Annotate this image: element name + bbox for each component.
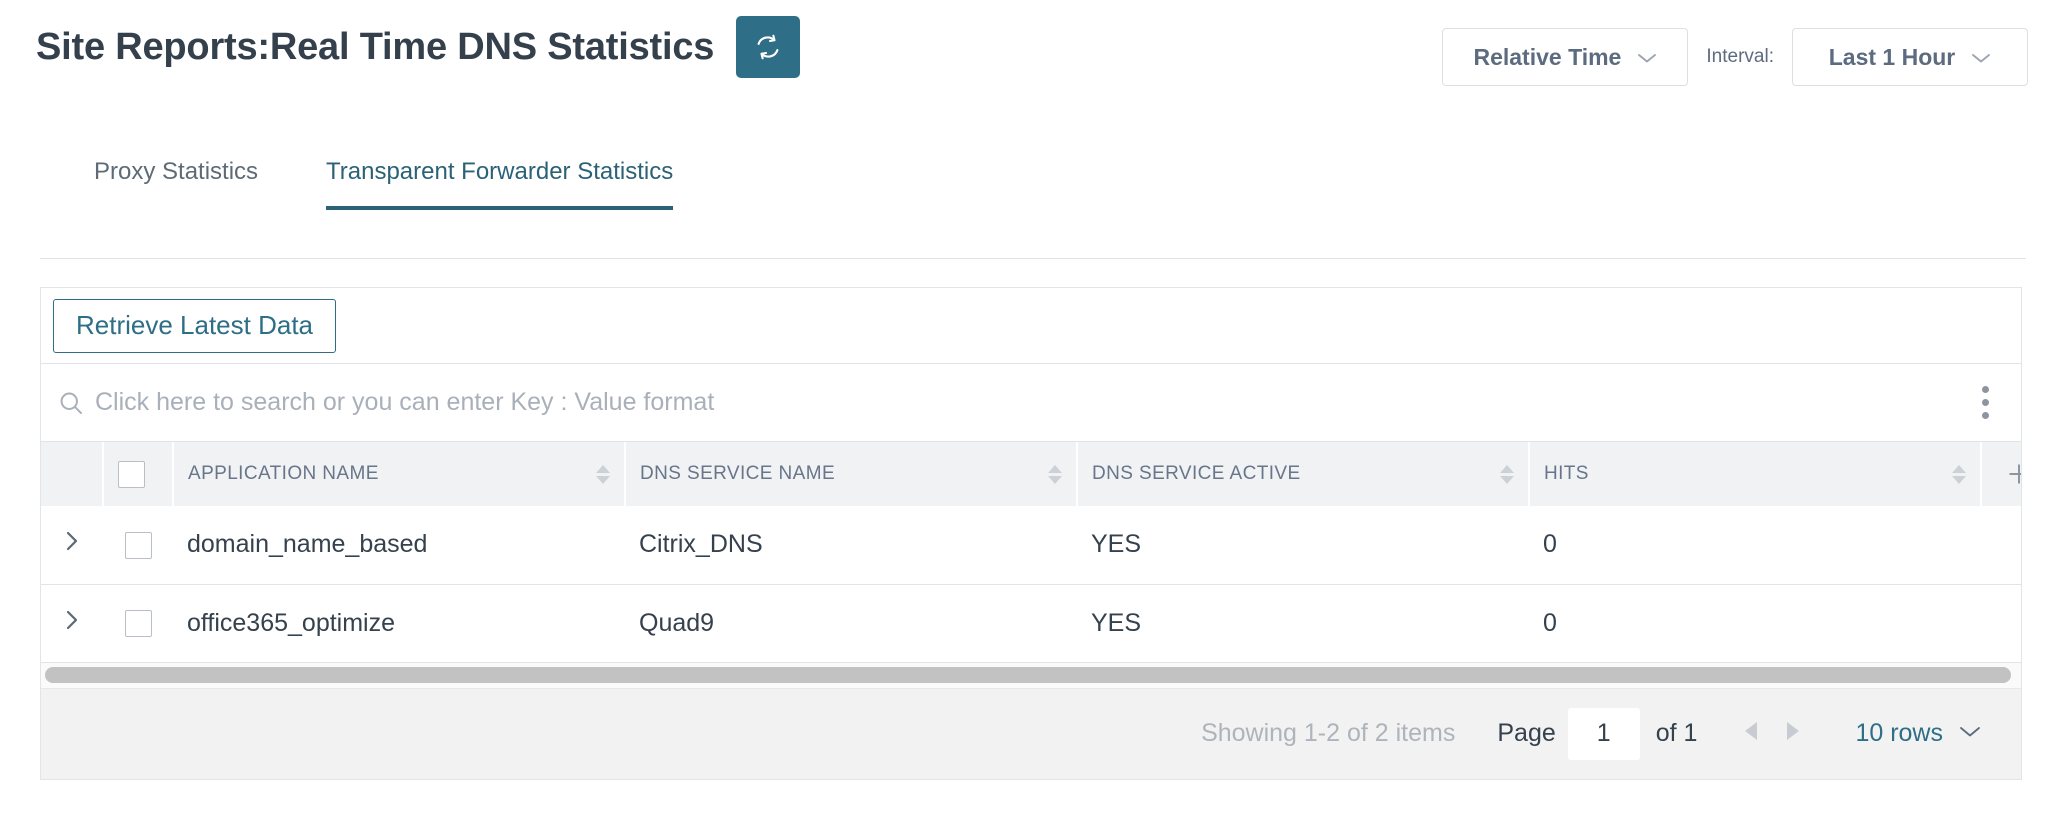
kebab-menu-icon[interactable]	[1955, 364, 2015, 442]
search-input[interactable]	[95, 388, 1955, 417]
tab-proxy-statistics[interactable]: Proxy Statistics	[94, 158, 258, 210]
cell-hits: 0	[1529, 506, 1981, 585]
refresh-icon	[753, 32, 783, 62]
sort-toggle-icon[interactable]	[596, 464, 610, 484]
interval-value-label: Last 1 Hour	[1828, 43, 1956, 70]
row-select-cell[interactable]	[103, 506, 173, 585]
caret-right-icon[interactable]	[1781, 718, 1803, 749]
expand-cell[interactable]	[41, 584, 103, 663]
cell-application-name: office365_optimize	[173, 584, 625, 663]
page-number-input[interactable]	[1567, 707, 1640, 760]
cell-hits: 0	[1529, 584, 1981, 663]
retrieve-latest-data-button[interactable]: Retrieve Latest Data	[53, 298, 337, 353]
table-body: domain_name_based Citrix_DNS YES 0 offic…	[41, 506, 2021, 663]
cell-spacer	[1981, 584, 2021, 663]
row-checkbox[interactable]	[124, 532, 152, 560]
pager-arrows	[1741, 718, 1803, 749]
interval-dropdown[interactable]: Last 1 Hour	[1792, 28, 2028, 86]
cell-dns-service-name: Quad9	[625, 584, 1077, 663]
page-header: Site Reports:Real Time DNS Statistics Re…	[0, 0, 2064, 118]
expand-cell[interactable]	[41, 506, 103, 585]
cell-dns-service-name: Citrix_DNS	[625, 506, 1077, 585]
expand-column-header	[41, 442, 104, 506]
title-group: Site Reports:Real Time DNS Statistics	[36, 16, 801, 78]
rows-per-page-dropdown[interactable]: 10 rows	[1855, 719, 1981, 748]
page-title: Site Reports:Real Time DNS Statistics	[36, 25, 715, 68]
time-controls: Relative Time Interval: Last 1 Hour	[1442, 28, 2028, 86]
chevron-down-icon	[1637, 51, 1657, 63]
sort-toggle-icon[interactable]	[1500, 464, 1514, 484]
chevron-down-icon	[1959, 725, 1981, 743]
table-scroll-container: APPLICATION NAME DNS SERVICE NAME DNS SE…	[41, 442, 2021, 663]
column-header-application-name[interactable]: APPLICATION NAME	[173, 442, 626, 506]
data-card: Retrieve Latest Data Click here to searc…	[40, 287, 2022, 780]
sort-toggle-icon[interactable]	[1048, 464, 1062, 484]
rows-per-page-label: 10 rows	[1855, 719, 1943, 747]
statistics-table: APPLICATION NAME DNS SERVICE NAME DNS SE…	[41, 442, 2021, 663]
select-all-column-header	[103, 442, 174, 506]
refresh-button[interactable]	[736, 16, 801, 78]
cell-dns-service-active: YES	[1077, 506, 1529, 585]
interval-label: Interval:	[1706, 46, 1774, 67]
showing-count: Showing 1-2 of 2 items	[1201, 719, 1456, 747]
cell-dns-service-active: YES	[1077, 584, 1529, 663]
search-icon	[57, 389, 85, 417]
column-label: APPLICATION NAME	[188, 463, 379, 484]
chevron-right-icon[interactable]	[61, 605, 83, 642]
page-label: Page	[1497, 719, 1556, 747]
row-select-cell[interactable]	[103, 584, 173, 663]
column-label: DNS SERVICE NAME	[640, 463, 836, 484]
tab-transparent-forwarder-statistics[interactable]: Transparent Forwarder Statistics	[326, 158, 674, 210]
table-header-row: APPLICATION NAME DNS SERVICE NAME DNS SE…	[41, 442, 2021, 506]
plus-icon[interactable]	[1996, 442, 2021, 506]
column-header-hits[interactable]: HITS	[1529, 442, 1982, 506]
caret-left-icon[interactable]	[1741, 718, 1763, 749]
table-header: APPLICATION NAME DNS SERVICE NAME DNS SE…	[41, 442, 2021, 506]
add-column-header[interactable]	[1981, 442, 2021, 506]
tab-bar: Proxy Statistics Transparent Forwarder S…	[0, 158, 2064, 250]
total-pages-label: of 1	[1655, 719, 1698, 747]
sort-toggle-icon[interactable]	[1952, 464, 1966, 484]
cell-spacer	[1981, 506, 2021, 585]
column-header-dns-service-active[interactable]: DNS SERVICE ACTIVE	[1077, 442, 1530, 506]
select-all-checkbox[interactable]	[118, 460, 145, 488]
column-label: DNS SERVICE ACTIVE	[1092, 463, 1301, 484]
scrollbar-thumb[interactable]	[45, 667, 2011, 683]
table-footer: Showing 1-2 of 2 items Page of 1 10 rows	[41, 688, 2021, 779]
table-row[interactable]: domain_name_based Citrix_DNS YES 0	[41, 506, 2021, 585]
chevron-down-icon	[1971, 51, 1991, 63]
card-toolbar: Retrieve Latest Data	[41, 288, 2021, 364]
chevron-right-icon[interactable]	[61, 526, 83, 563]
relative-time-label: Relative Time	[1473, 43, 1622, 70]
header-divider	[40, 258, 2026, 259]
search-bar	[41, 364, 2021, 442]
column-label: HITS	[1544, 463, 1589, 484]
relative-time-dropdown[interactable]: Relative Time	[1442, 28, 1689, 86]
cell-application-name: domain_name_based	[173, 506, 625, 585]
report-page: Site Reports:Real Time DNS Statistics Re…	[0, 0, 2064, 840]
row-checkbox[interactable]	[124, 610, 152, 638]
column-header-dns-service-name[interactable]: DNS SERVICE NAME	[625, 442, 1078, 506]
horizontal-scrollbar[interactable]	[41, 662, 2021, 689]
table-row[interactable]: office365_optimize Quad9 YES 0	[41, 584, 2021, 663]
